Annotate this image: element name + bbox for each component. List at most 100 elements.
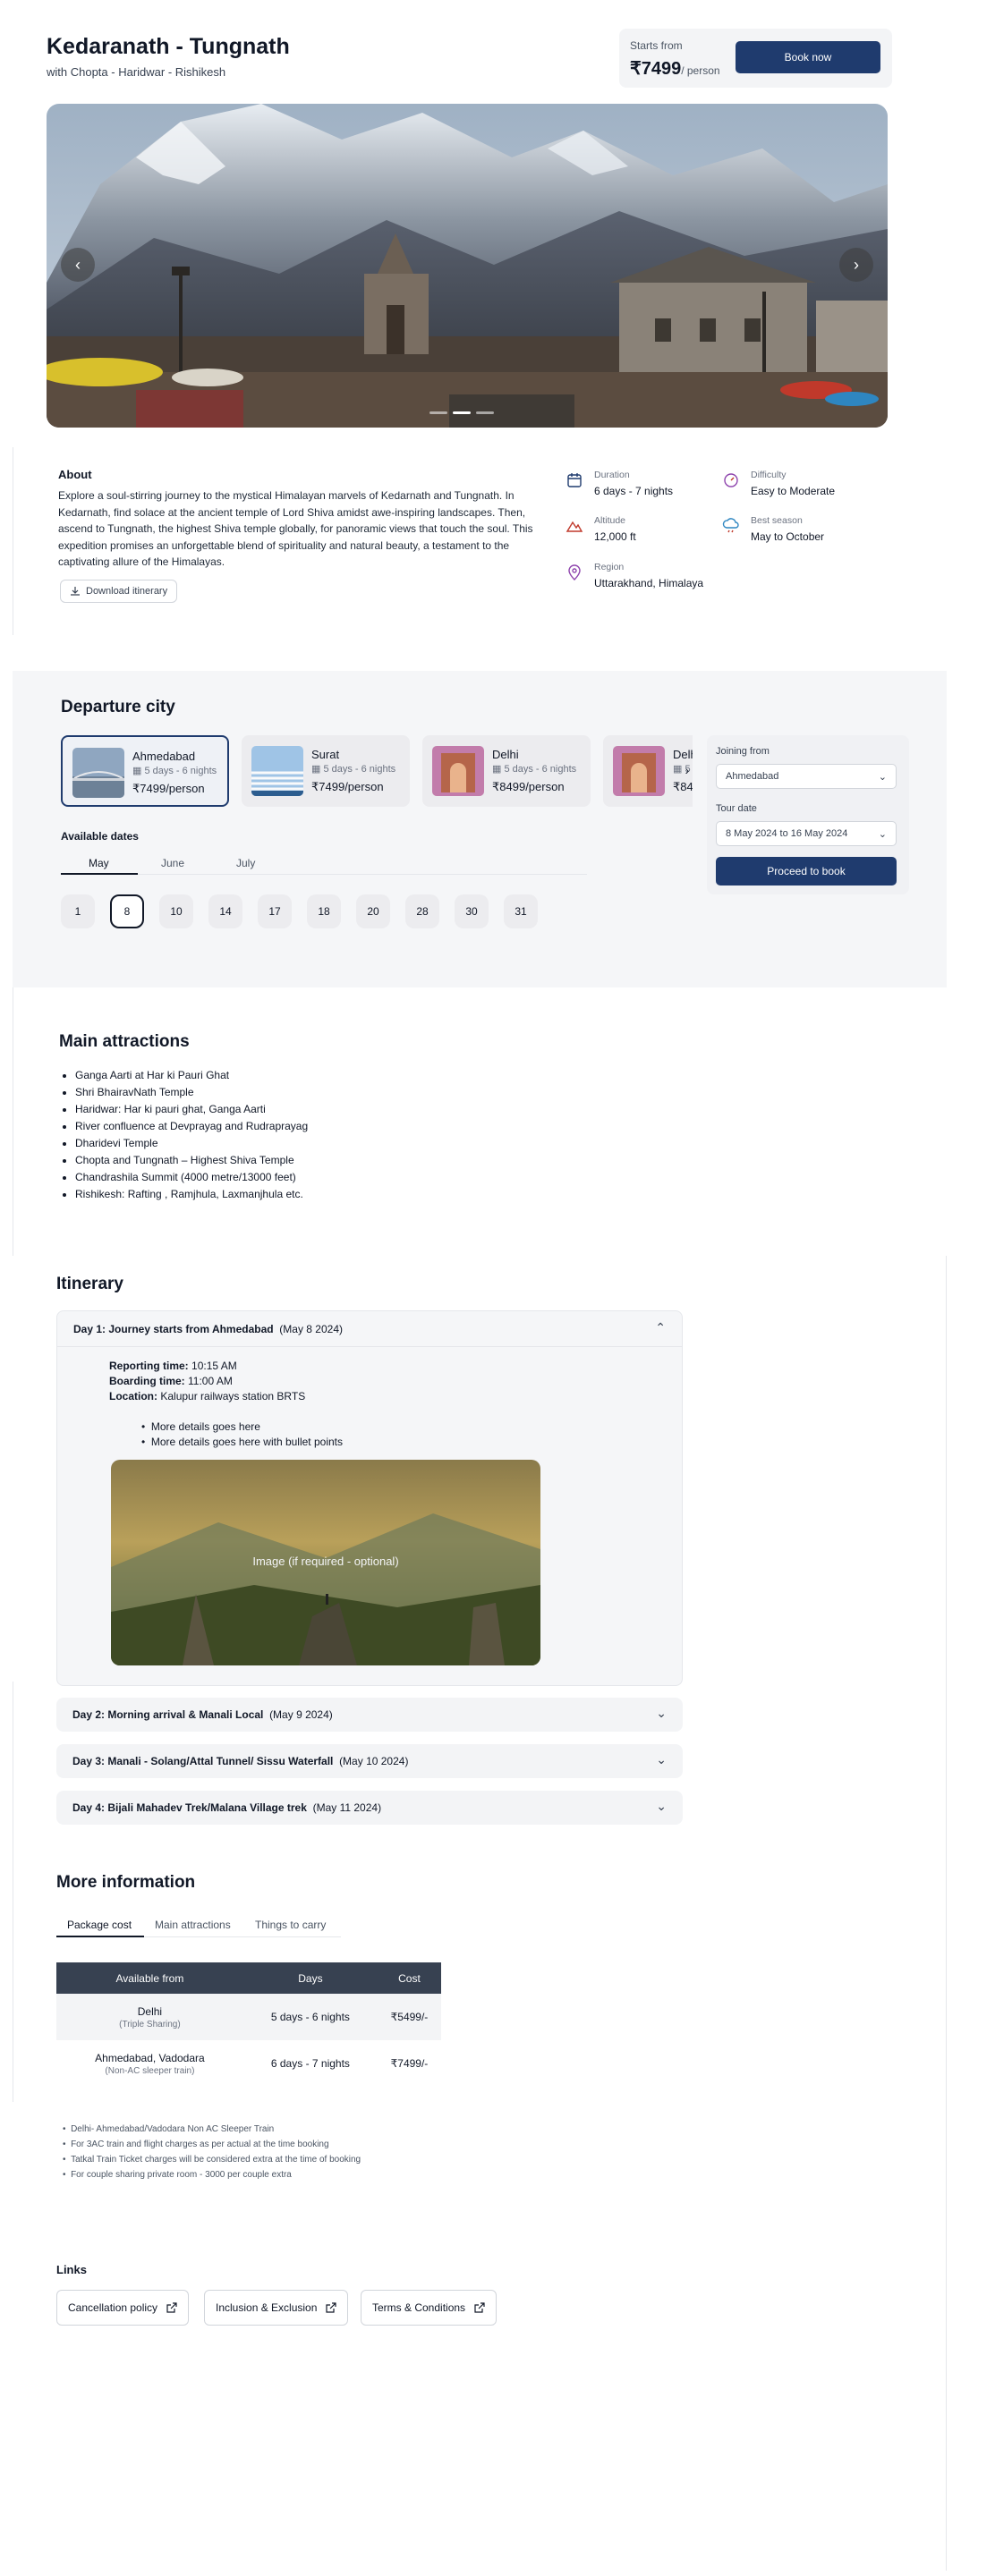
duration-label: Duration [594, 470, 630, 480]
difficulty-label: Difficulty [751, 470, 787, 480]
external-link-icon [166, 2302, 177, 2313]
inclusion-exclusion-link[interactable]: Inclusion & Exclusion [204, 2290, 349, 2326]
city-card-surat[interactable]: Surat ▦ 5 days - 6 nights ₹7499/person [242, 735, 410, 807]
itinerary-day-3[interactable]: Day 3: Manali - Solang/Attal Tunnel/ Sis… [56, 1744, 683, 1778]
location-value: Kalupur railways station BRTS [160, 1390, 306, 1402]
tab-may[interactable]: May [89, 857, 109, 869]
date-chip[interactable]: 14 [208, 894, 242, 928]
carousel-dot[interactable] [429, 411, 447, 414]
reporting-label: Reporting time: [109, 1360, 189, 1372]
itinerary-day-4[interactable]: Day 4: Bijali Mahadev Trek/Malana Villag… [56, 1791, 683, 1825]
tab-package-cost[interactable]: Package cost [67, 1919, 132, 1931]
download-itinerary-label: Download itinerary [86, 586, 168, 597]
city-next-button[interactable]: › [680, 761, 694, 779]
column-header: Cost [377, 1962, 441, 1994]
about-title: About [58, 468, 92, 481]
city-price: ₹8499/person [492, 780, 565, 793]
link-label: Cancellation policy [68, 2301, 158, 2314]
departure-section: Departure city Ahmedabad ▦ 5 days - 6 ni… [13, 671, 947, 987]
itinerary-day-2[interactable]: Day 2: Morning arrival & Manali Local (M… [56, 1698, 683, 1732]
city-price: ₹7499/person [132, 782, 205, 795]
region-value: Uttarakhand, Himalaya [594, 577, 704, 589]
page-title: Kedaranath - Tungnath [47, 34, 290, 59]
itinerary-day-1: Day 1: Journey starts from Ahmedabad (Ma… [56, 1310, 683, 1686]
table-cell: ₹5499/- [377, 1994, 441, 2040]
more-info-tabs: Package cost Main attractions Things to … [56, 1914, 341, 1937]
divider [946, 1256, 947, 2571]
price-value: ₹7499 [630, 59, 682, 79]
table-cell: 6 days - 7 nights [270, 2057, 350, 2070]
city-duration-text: 5 days - 6 nights [323, 764, 396, 775]
date-chip[interactable]: 20 [356, 894, 390, 928]
day-date: (May 10 2024) [339, 1755, 409, 1767]
book-now-button[interactable]: Book now [736, 41, 880, 73]
list-item: River confluence at Devprayag and Rudrap… [75, 1118, 308, 1135]
hero-next-button[interactable]: › [839, 248, 873, 282]
tab-june[interactable]: June [161, 857, 184, 869]
city-card-delhi-2[interactable]: Delhi ▦ 5 days - 6 nights ₹8499/person [603, 735, 693, 807]
date-chip[interactable]: 17 [258, 894, 292, 928]
month-tab-underline [61, 873, 138, 875]
city-duration: ▦ 5 days - 6 nights [132, 765, 217, 776]
day-1-date: (May 8 2024) [279, 1323, 343, 1335]
reporting-time: Reporting time: 10:15 AM [109, 1360, 237, 1372]
chevron-right-icon: › [854, 255, 859, 274]
city-card-delhi[interactable]: Delhi ▦ 5 days - 6 nights ₹8499/person [422, 735, 591, 807]
list-item: • For couple sharing private room - 3000… [63, 2170, 292, 2180]
city-name: Ahmedabad [132, 750, 196, 763]
city-thumbnail [613, 746, 665, 796]
date-chip-selected[interactable]: 8 [110, 894, 144, 928]
calendar-icon: ▦ [311, 764, 324, 775]
carousel-dot[interactable] [476, 411, 494, 414]
hero-prev-button[interactable]: ‹ [61, 248, 95, 282]
available-dates-label: Available dates [61, 830, 139, 843]
date-chip[interactable]: 1 [61, 894, 95, 928]
date-chip[interactable]: 30 [455, 894, 489, 928]
chevron-up-icon: ⌃ [655, 1320, 666, 1335]
day-1-title: Day 1: Journey starts from Ahmedabad [73, 1323, 274, 1335]
table-header-row: Available from Days Cost [56, 1962, 441, 1994]
column-header: Days [242, 1962, 378, 1994]
city-card-ahmedabad[interactable]: Ahmedabad ▦ 5 days - 6 nights ₹7499/pers… [61, 735, 229, 807]
boarding-time: Boarding time: 11:00 AM [109, 1375, 233, 1387]
tab-main-attractions[interactable]: Main attractions [155, 1919, 231, 1931]
chevron-down-icon: ⌄ [656, 1706, 667, 1720]
location: Location: Kalupur railways station BRTS [109, 1390, 305, 1402]
date-chip[interactable]: 31 [504, 894, 538, 928]
proceed-to-book-button[interactable]: Proceed to book [716, 857, 897, 886]
city-price: ₹8499/person [673, 780, 693, 793]
from-city: Delhi [137, 2004, 163, 2018]
terms-conditions-link[interactable]: Terms & Conditions [361, 2290, 498, 2326]
download-itinerary-button[interactable]: Download itinerary [60, 580, 178, 603]
table-row: Delhi (Triple Sharing) 5 days - 6 nights … [56, 1994, 441, 2040]
day-title: Day 3: Manali - Solang/Attal Tunnel/ Sis… [72, 1755, 334, 1767]
date-chip[interactable]: 18 [307, 894, 341, 928]
carousel-dot-active[interactable] [453, 411, 471, 414]
city-carousel: Ahmedabad ▦ 5 days - 6 nights ₹7499/pers… [61, 735, 693, 812]
list-item: • More details goes here [141, 1420, 260, 1433]
difficulty-value: Easy to Moderate [751, 485, 836, 497]
day-title: Day 4: Bijali Mahadev Trek/Malana Villag… [72, 1801, 307, 1814]
tab-things-to-carry[interactable]: Things to carry [255, 1919, 326, 1931]
calendar-icon: ▦ [132, 766, 145, 776]
attractions-title: Main attractions [59, 1032, 190, 1051]
tab-underline [56, 1936, 144, 1937]
altitude-label: Altitude [594, 515, 626, 526]
cancellation-policy-link[interactable]: Cancellation policy [56, 2290, 190, 2326]
carousel-dots [429, 411, 494, 414]
day-title-row: Day 4: Bijali Mahadev Trek/Malana Villag… [72, 1801, 381, 1814]
day-1-header[interactable]: Day 1: Journey starts from Ahmedabad (Ma… [57, 1311, 682, 1347]
reporting-value: 10:15 AM [191, 1360, 237, 1372]
itinerary-title: Itinerary [56, 1275, 123, 1293]
joining-from-select[interactable]: Ahmedabad ⌄ [716, 764, 897, 789]
tab-july[interactable]: July [236, 857, 255, 869]
table-row: Ahmedabad, Vadodara (Non-AC sleeper train… [56, 2040, 441, 2087]
date-chip[interactable]: 28 [405, 894, 439, 928]
tour-date-select[interactable]: 8 May 2024 to 16 May 2024 ⌄ [716, 821, 897, 846]
list-item: Ganga Aarti at Har ki Pauri Ghat [75, 1067, 308, 1084]
list-item: • More details goes here with bullet poi… [141, 1436, 343, 1448]
calendar-icon: ▦ [492, 764, 505, 775]
from-note: (Non-AC sleeper train) [105, 2065, 195, 2076]
date-chip[interactable]: 10 [159, 894, 193, 928]
download-icon [71, 587, 80, 596]
